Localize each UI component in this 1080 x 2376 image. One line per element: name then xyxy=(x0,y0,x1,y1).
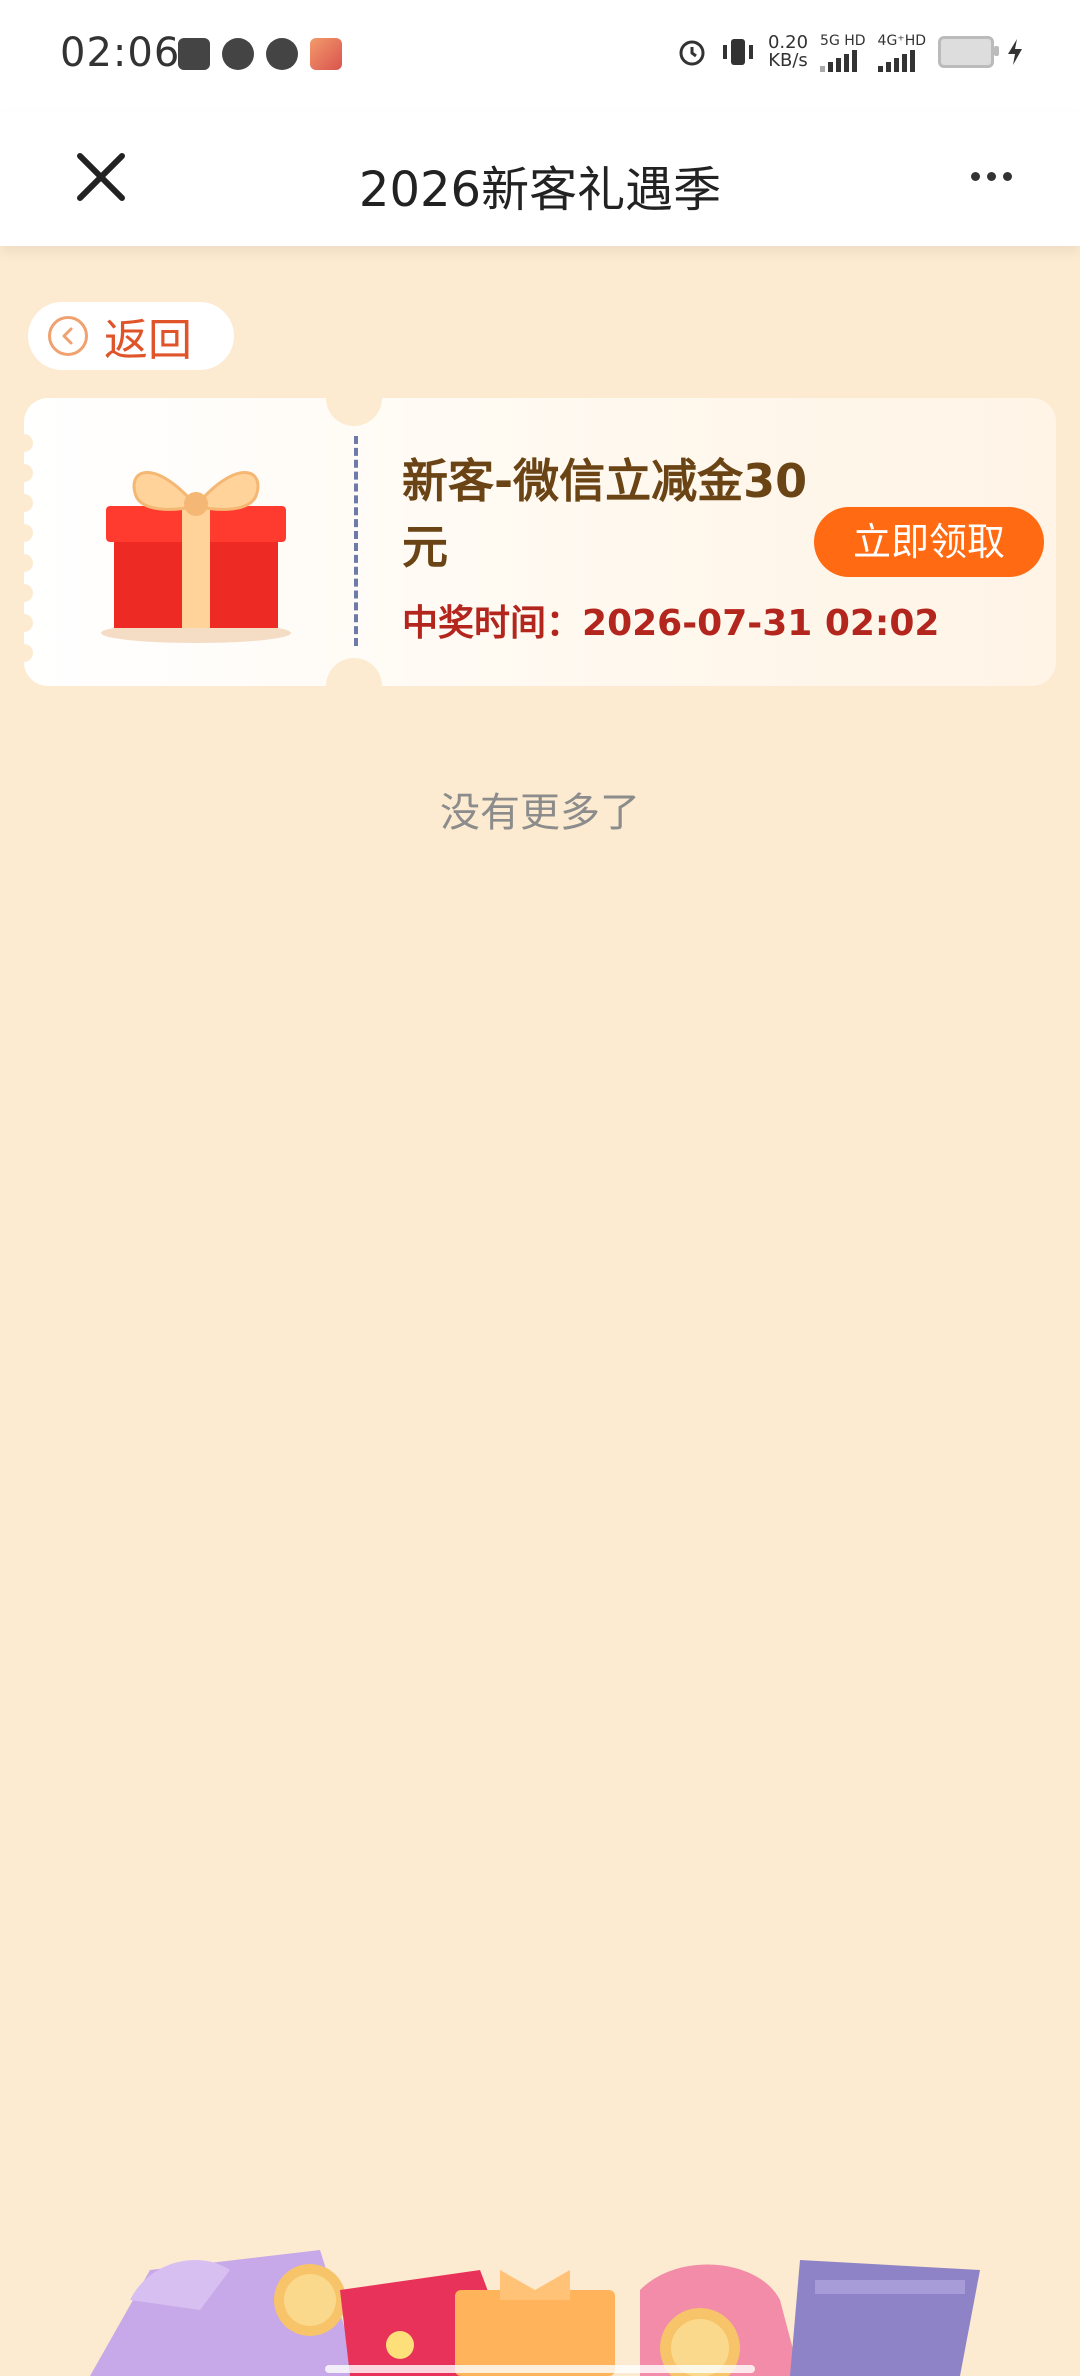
sim1-signal: 5G HD xyxy=(820,32,866,72)
vibrate-icon xyxy=(722,39,753,65)
chevron-left-icon xyxy=(48,316,88,356)
sim1-label: 5G HD xyxy=(820,33,866,49)
more-button[interactable] xyxy=(956,146,1026,206)
sim2-signal: 4G⁺HD xyxy=(877,32,926,72)
coupon-time: 中奖时间：2026-07-31 02:02 xyxy=(402,594,939,646)
wechat-icon xyxy=(222,38,254,70)
app-icon xyxy=(310,38,342,70)
more-icon xyxy=(986,171,996,181)
list-end-text: 没有更多了 xyxy=(440,790,640,836)
page-title: 2026新客礼遇季 xyxy=(358,162,722,218)
message-icon xyxy=(266,38,298,70)
battery-icon xyxy=(938,36,999,68)
coupon-card: 新客-微信立减金30元 中奖时间：2026-07-31 02:02 立即领取 xyxy=(15,370,1056,714)
gift-box-icon xyxy=(101,471,291,643)
coupon-divider xyxy=(354,436,358,646)
more-icon xyxy=(970,171,980,181)
status-time: 02:06 xyxy=(60,30,181,76)
notification-icons xyxy=(178,38,342,70)
net-speed: 0.20 KB/s xyxy=(768,34,808,70)
notification-icon xyxy=(178,38,210,70)
back-button[interactable]: 返回 xyxy=(28,302,234,370)
card-notch xyxy=(326,370,382,426)
more-icon xyxy=(1002,171,1012,181)
alarm-icon xyxy=(679,40,705,66)
decorative-illustration xyxy=(90,2250,980,2376)
status-right: 0.20 KB/s 5G HD 4G⁺HD xyxy=(676,32,1024,72)
back-label: 返回 xyxy=(104,315,192,366)
title-bar: 2026新客礼遇季 xyxy=(0,112,1080,246)
status-bar: 02:06 0.20 KB/s 5G HD 4G⁺HD xyxy=(0,0,1080,112)
coupon-title: 新客-微信立减金30元 xyxy=(402,454,808,574)
coupon-time-value: 2026-07-31 02:02 xyxy=(582,603,940,644)
claim-button[interactable]: 立即领取 xyxy=(814,507,1044,577)
charging-icon xyxy=(1008,39,1022,65)
sim2-label: 4G⁺HD xyxy=(877,33,926,49)
net-speed-unit: KB/s xyxy=(768,50,808,71)
home-indicator[interactable] xyxy=(325,2365,755,2373)
coupon-time-label: 中奖时间： xyxy=(402,603,583,644)
card-notch xyxy=(326,658,382,714)
